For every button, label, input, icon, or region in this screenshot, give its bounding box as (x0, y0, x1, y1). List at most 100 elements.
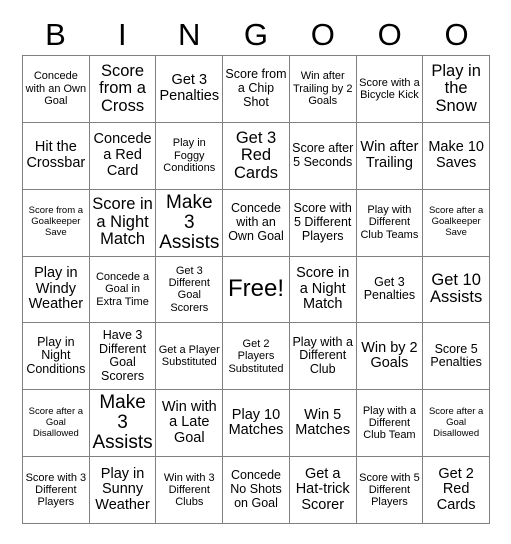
bingo-cell-label: Free! (227, 275, 284, 303)
bingo-cell-r6-c4[interactable]: Play 10 Matches (223, 390, 290, 458)
bingo-cell-r5-c2[interactable]: Have 3 Different Goal Scorers (89, 323, 157, 391)
bingo-cell-r7-c5[interactable]: Get a Hat-trick Scorer (289, 457, 357, 524)
bingo-cell-r1-c3[interactable]: Get 3 Penalties (156, 56, 224, 123)
bingo-cell-r5-c4[interactable]: Get 2 Players Substituted (223, 323, 290, 391)
bingo-cell-r1-c2[interactable]: Score from a Cross (89, 56, 157, 123)
bingo-cell-r3-c3[interactable]: Make 3 Assists (156, 189, 224, 257)
bingo-cell-label: Win 5 Matches (295, 406, 351, 439)
bingo-cell-label: Score with 5 Different Players (359, 471, 420, 509)
bingo-cell-r5-c1[interactable]: Play in Night Conditions (23, 323, 90, 391)
bingo-cell-label: Score from a Goalkeeper Save (28, 205, 84, 239)
bingo-cell-label: Concede with an Own Goal (228, 201, 284, 243)
bingo-cell-label: Play in the Snow (431, 61, 481, 115)
bingo-cell-r4-c7[interactable]: Get 10 Assists (423, 256, 490, 324)
header-letter-1: B (45, 17, 66, 52)
bingo-cell-label: Score 5 Penalties (430, 341, 482, 370)
bingo-cell-label: Make 10 Saves (428, 139, 484, 171)
bingo-cell-r3-c6[interactable]: Play with Different Club Teams (356, 189, 424, 257)
bingo-cell-label: Make 3 Assists (159, 191, 220, 253)
bingo-cell-label: Get 3 Different Goal Scorers (168, 264, 210, 314)
bingo-cell-label: Score from a Chip Shot (225, 67, 287, 109)
bingo-cell-r1-c6[interactable]: Score with a Bicycle Kick (356, 56, 424, 123)
bingo-cell-label: Play in Windy Weather (28, 265, 84, 313)
bingo-cell-r7-c4[interactable]: Concede No Shots on Goal (223, 457, 290, 524)
bingo-cell-r2-c5[interactable]: Score after 5 Seconds (289, 122, 357, 190)
bingo-cell-r2-c4[interactable]: Get 3 Red Cards (223, 122, 290, 190)
header-letter-4: G (243, 17, 269, 52)
bingo-cell-r6-c5[interactable]: Win 5 Matches (289, 390, 357, 458)
bingo-cell-r2-c3[interactable]: Play in Foggy Conditions (156, 122, 224, 190)
bingo-cell-r5-c7[interactable]: Score 5 Penalties (423, 323, 490, 391)
bingo-cell-r7-c6[interactable]: Score with 5 Different Players (356, 457, 424, 524)
bingo-cell-r4-c5[interactable]: Score in a Night Match (289, 256, 357, 324)
bingo-cell-label: Get 10 Assists (430, 271, 483, 307)
bingo-cell-label: Score after a Goal Disallowed (28, 405, 84, 439)
bingo-header-letters: BINGOOO (22, 14, 490, 55)
bingo-cell-r7-c7[interactable]: Get 2 Red Cards (423, 457, 490, 524)
bingo-cell-label: Get a Player Substituted (158, 344, 220, 369)
bingo-cell-label: Play in Sunny Weather (95, 465, 150, 513)
bingo-cell-r1-c4[interactable]: Score from a Chip Shot (223, 56, 290, 123)
bingo-cell-r1-c1[interactable]: Concede with an Own Goal (23, 56, 90, 123)
bingo-cell-r1-c7[interactable]: Play in the Snow (423, 56, 490, 123)
bingo-cell-label: Play with Different Club Teams (360, 204, 419, 241)
bingo-cell-r5-c6[interactable]: Win by 2 Goals (356, 323, 424, 391)
bingo-cell-r3-c4[interactable]: Concede with an Own Goal (223, 189, 290, 257)
bingo-cell-r2-c2[interactable]: Concede a Red Card (89, 122, 157, 190)
bingo-cell-label: Get 3 Penalties (363, 274, 416, 303)
bingo-cell-label: Score after a Goalkeeper Save (428, 205, 484, 239)
bingo-cell-r5-c5[interactable]: Play with a Different Club (289, 323, 357, 391)
bingo-cell-r4-c2[interactable]: Concede a Goal in Extra Time (89, 256, 157, 324)
bingo-cell-label: Score with a Bicycle Kick (359, 76, 420, 101)
bingo-cell-label: Play in Night Conditions (26, 334, 86, 377)
bingo-cell-label: Concede with an Own Goal (25, 70, 87, 108)
bingo-cell-label: Get a Hat-trick Scorer (295, 465, 350, 513)
bingo-cell-r7-c3[interactable]: Win with 3 Different Clubs (156, 457, 224, 524)
bingo-cell-label: Win after Trailing by 2 Goals (292, 70, 353, 108)
bingo-cell-r7-c2[interactable]: Play in Sunny Weather (89, 457, 157, 524)
bingo-cell-r2-c1[interactable]: Hit the Crossbar (23, 122, 90, 190)
bingo-cell-label: Score with 3 Different Players (25, 471, 87, 509)
bingo-cell-r3-c1[interactable]: Score from a Goalkeeper Save (23, 189, 90, 257)
bingo-cell-r4-c6[interactable]: Get 3 Penalties (356, 256, 424, 324)
bingo-cell-label: Have 3 Different Goal Scorers (99, 327, 147, 384)
bingo-cell-r6-c6[interactable]: Play with a Different Club Team (356, 390, 424, 458)
bingo-card: B I N G O O O Concede with an Own Goal Score fr… (0, 0, 511, 544)
bingo-cell-r6-c1[interactable]: Score after a Goal Disallowed (23, 390, 90, 458)
bingo-cell-label: Make 3 Assists (92, 392, 153, 454)
bingo-cell-r6-c7[interactable]: Score after a Goal Disallowed (423, 390, 490, 458)
bingo-cell-label: Play 10 Matches (228, 406, 284, 439)
header-letter-3: N (177, 17, 201, 52)
header-letter-7: O (444, 17, 469, 52)
bingo-cell-label: Concede a Red Card (93, 131, 152, 179)
bingo-cell-label: Score with 5 Different Players (293, 201, 352, 243)
bingo-cell-r3-c2[interactable]: Score in a Night Match (89, 189, 157, 257)
bingo-cell-label: Play with a Different Club Team (362, 404, 417, 442)
bingo-cell-r7-c1[interactable]: Score with 3 Different Players (23, 457, 90, 524)
bingo-cell-r5-c3[interactable]: Get a Player Substituted (156, 323, 224, 391)
bingo-cell-r2-c6[interactable]: Win after Trailing (356, 122, 424, 190)
bingo-cell-label: Win with a Late Goal (161, 398, 217, 447)
bingo-free-space[interactable]: Free! (223, 256, 290, 324)
bingo-cell-label: Score after a Goal Disallowed (428, 405, 484, 439)
bingo-cell-label: Get 3 Penalties (159, 72, 220, 104)
bingo-cell-label: Score after 5 Seconds (292, 141, 354, 169)
bingo-cell-r4-c3[interactable]: Get 3 Different Goal Scorers (156, 256, 224, 324)
bingo-cell-label: Get 2 Red Cards (436, 465, 476, 513)
bingo-cell-r6-c2[interactable]: Make 3 Assists (89, 390, 157, 458)
bingo-cell-r1-c5[interactable]: Win after Trailing by 2 Goals (289, 56, 357, 123)
bingo-cell-label: Score in a Night Match (296, 265, 350, 313)
bingo-cell-label: Hit the Crossbar (26, 139, 86, 171)
bingo-cell-label: Get 3 Red Cards (233, 128, 278, 182)
bingo-cell-r6-c3[interactable]: Win with a Late Goal (156, 390, 224, 458)
bingo-cell-label: Play in Foggy Conditions (163, 137, 216, 174)
bingo-cell-label: Get 2 Players Substituted (228, 337, 284, 375)
bingo-cell-label: Score from a Cross (99, 61, 146, 115)
bingo-cell-r4-c1[interactable]: Play in Windy Weather (23, 256, 90, 324)
header-letter-5: O (310, 17, 335, 52)
bingo-cell-r3-c5[interactable]: Score with 5 Different Players (289, 189, 357, 257)
bingo-cell-r3-c7[interactable]: Score after a Goalkeeper Save (423, 189, 490, 257)
bingo-cell-label: Score in a Night Match (92, 195, 153, 249)
bingo-cell-label: Play with a Different Club (292, 334, 353, 377)
bingo-cell-r2-c7[interactable]: Make 10 Saves (423, 122, 490, 190)
